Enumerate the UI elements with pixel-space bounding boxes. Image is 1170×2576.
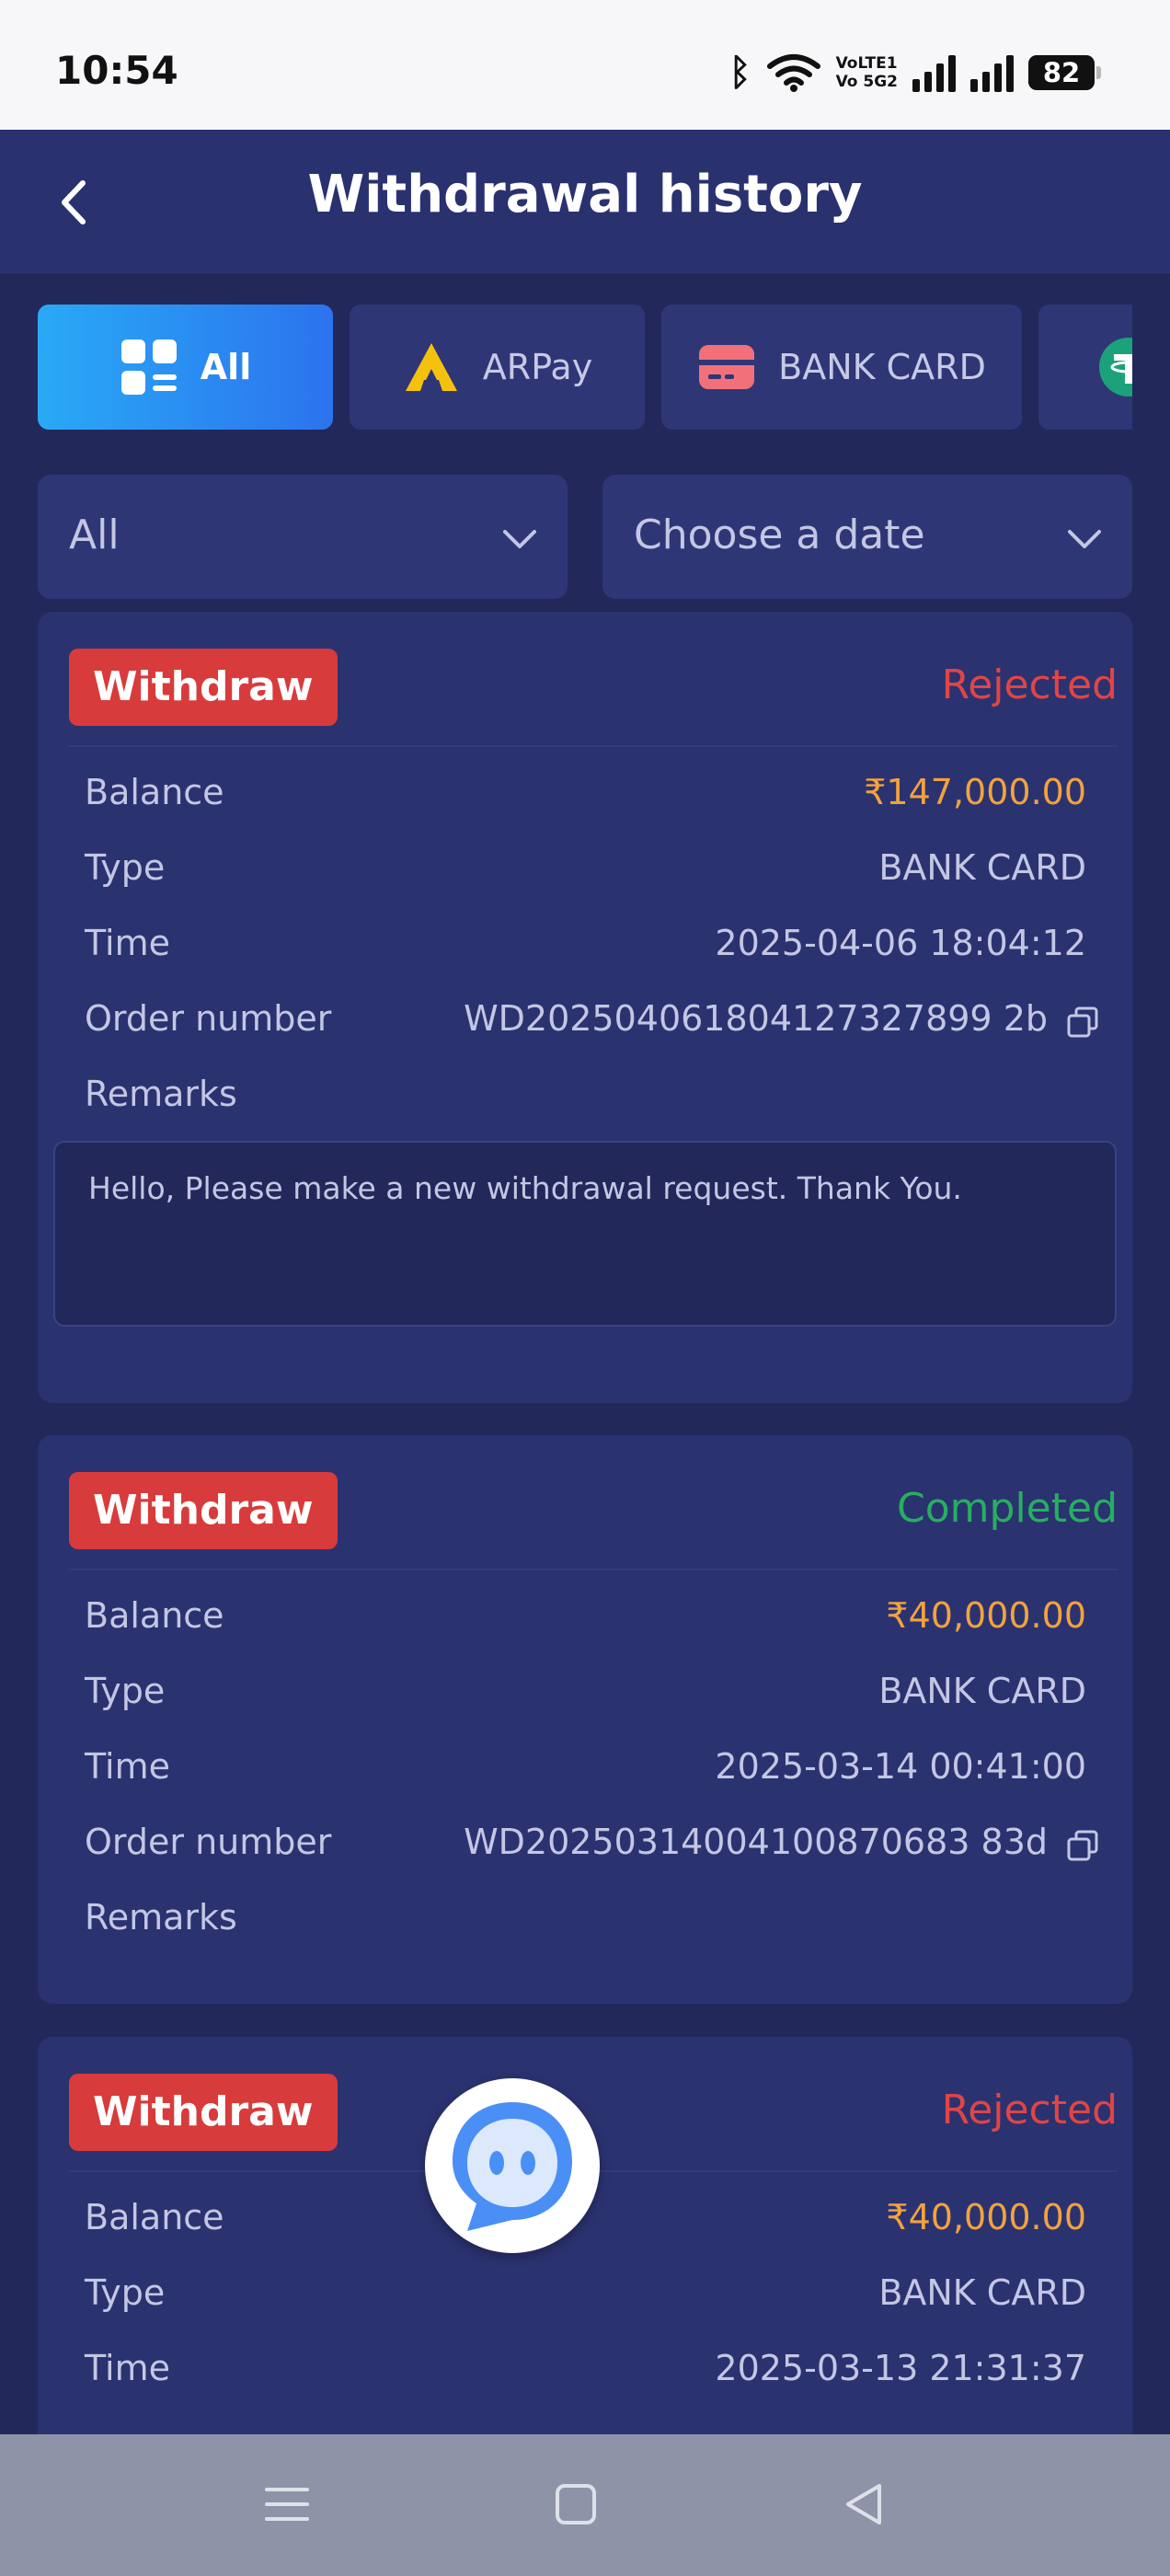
time-label: Time	[85, 1746, 170, 1787]
balance-value: ₹147,000.00	[864, 772, 1086, 812]
status-time: 10:54	[55, 48, 178, 93]
time-row: Time 2025-04-06 18:04:12	[85, 923, 1086, 969]
status-label: Completed	[897, 1485, 1118, 1532]
wifi-icon	[766, 54, 820, 92]
chevron-down-icon	[503, 530, 536, 548]
withdrawal-record-card[interactable]: Withdraw Completed Balance ₹40,000.00 Ty…	[38, 1435, 1132, 2004]
type-value: BANK CARD	[878, 2272, 1086, 2313]
status-label: Rejected	[941, 2087, 1118, 2133]
time-label: Time	[85, 2348, 170, 2388]
time-value: 2025-03-14 00:41:00	[715, 1746, 1086, 1787]
withdrawal-record-card[interactable]: Withdraw Rejected Balance ₹147,000.00 Ty…	[38, 612, 1132, 1403]
signal-2-icon	[970, 53, 1014, 92]
tab-arpay[interactable]: ARPay	[350, 305, 645, 430]
balance-value: ₹40,000.00	[886, 1595, 1086, 1636]
balance-row: Balance ₹147,000.00	[85, 772, 1086, 818]
tab-all-label: All	[200, 347, 252, 387]
remarks-label: Remarks	[85, 1897, 237, 1938]
order-number-row: Order number WD20250314004100870683 83d	[85, 1822, 1098, 1868]
tab-usdt[interactable]	[1038, 305, 1132, 430]
date-filter-placeholder: Choose a date	[634, 512, 925, 558]
order-number-label: Order number	[85, 1822, 332, 1862]
type-value: BANK CARD	[878, 847, 1086, 888]
balance-value: ₹40,000.00	[886, 2197, 1086, 2237]
copy-icon[interactable]	[1066, 1006, 1099, 1039]
tab-bank-card-label: BANK CARD	[778, 347, 986, 387]
balance-label: Balance	[85, 2197, 224, 2237]
time-row: Time 2025-03-13 21:31:37	[85, 2348, 1086, 2394]
remark-text: Hello, Please make a new withdrawal requ…	[88, 1170, 962, 1206]
type-row: Type BANK CARD	[85, 847, 1086, 893]
battery-icon: 82	[1028, 55, 1101, 90]
remarks-label: Remarks	[85, 1074, 237, 1114]
time-label: Time	[85, 923, 170, 963]
balance-label: Balance	[85, 772, 224, 812]
usdt-icon	[1099, 338, 1132, 397]
back-nav-icon[interactable]	[837, 2477, 892, 2532]
remarks-row: Remarks	[85, 1897, 1086, 1943]
status-bar: 10:54 ᛒ VoLTE1 Vo 5G2 82	[0, 0, 1170, 130]
time-value: 2025-04-06 18:04:12	[715, 923, 1086, 963]
tab-bank-card[interactable]: BANK CARD	[661, 305, 1022, 430]
divider	[69, 745, 1118, 747]
chat-bot-icon	[453, 2102, 572, 2231]
volte-bottom-label: Vo 5G2	[835, 73, 898, 91]
order-number-label: Order number	[85, 998, 332, 1039]
menu-icon[interactable]	[259, 2477, 315, 2532]
order-number-value: WD20250314004100870683 83d	[464, 1822, 1048, 1862]
volte-indicator: VoLTE1 Vo 5G2	[836, 54, 898, 91]
page-title: Withdrawal history	[307, 165, 863, 224]
status-label: Rejected	[941, 661, 1118, 708]
time-row: Time 2025-03-14 00:41:00	[85, 1746, 1086, 1792]
bank-card-icon	[699, 345, 755, 389]
home-icon[interactable]	[548, 2477, 603, 2532]
withdraw-badge: Withdraw	[69, 2074, 338, 2151]
tab-arpay-label: ARPay	[482, 347, 593, 387]
header: Withdrawal history	[0, 130, 1170, 273]
copy-icon[interactable]	[1066, 1829, 1099, 1862]
withdraw-badge: Withdraw	[69, 649, 338, 726]
withdraw-badge: Withdraw	[69, 1472, 338, 1549]
chat-support-button[interactable]	[425, 2078, 600, 2253]
system-navigation-bar	[0, 2434, 1170, 2576]
type-row: Type BANK CARD	[85, 1671, 1086, 1717]
balance-row: Balance ₹40,000.00	[85, 1595, 1086, 1641]
status-icons: ᛒ VoLTE1 Vo 5G2 82	[728, 52, 1101, 94]
status-filter-dropdown[interactable]: All	[38, 475, 568, 599]
volte-top-label: VoLTE1	[835, 54, 898, 73]
order-number-value: WD202504061804127327899 2b	[464, 998, 1048, 1039]
remark-box: Hello, Please make a new withdrawal requ…	[53, 1141, 1117, 1327]
remarks-row: Remarks	[85, 1074, 1086, 1120]
payment-method-tabs: All ARPay BANK CARD	[38, 305, 1132, 430]
divider	[69, 1569, 1118, 1570]
status-filter-value: All	[69, 512, 120, 558]
balance-label: Balance	[85, 1595, 224, 1636]
signal-1-icon	[912, 53, 956, 92]
time-value: 2025-03-13 21:31:37	[715, 2348, 1086, 2388]
type-value: BANK CARD	[878, 1671, 1086, 1711]
type-label: Type	[85, 2272, 166, 2313]
grid-icon	[120, 339, 177, 395]
date-filter-dropdown[interactable]: Choose a date	[602, 475, 1132, 599]
arpay-logo-icon	[405, 343, 457, 391]
type-row: Type BANK CARD	[85, 2272, 1086, 2318]
order-number-row: Order number WD202504061804127327899 2b	[85, 998, 1098, 1044]
type-label: Type	[85, 847, 166, 888]
type-label: Type	[85, 1671, 166, 1711]
chevron-down-icon	[1068, 530, 1101, 548]
bluetooth-icon: ᛒ	[728, 52, 751, 94]
tab-all[interactable]: All	[38, 305, 333, 430]
